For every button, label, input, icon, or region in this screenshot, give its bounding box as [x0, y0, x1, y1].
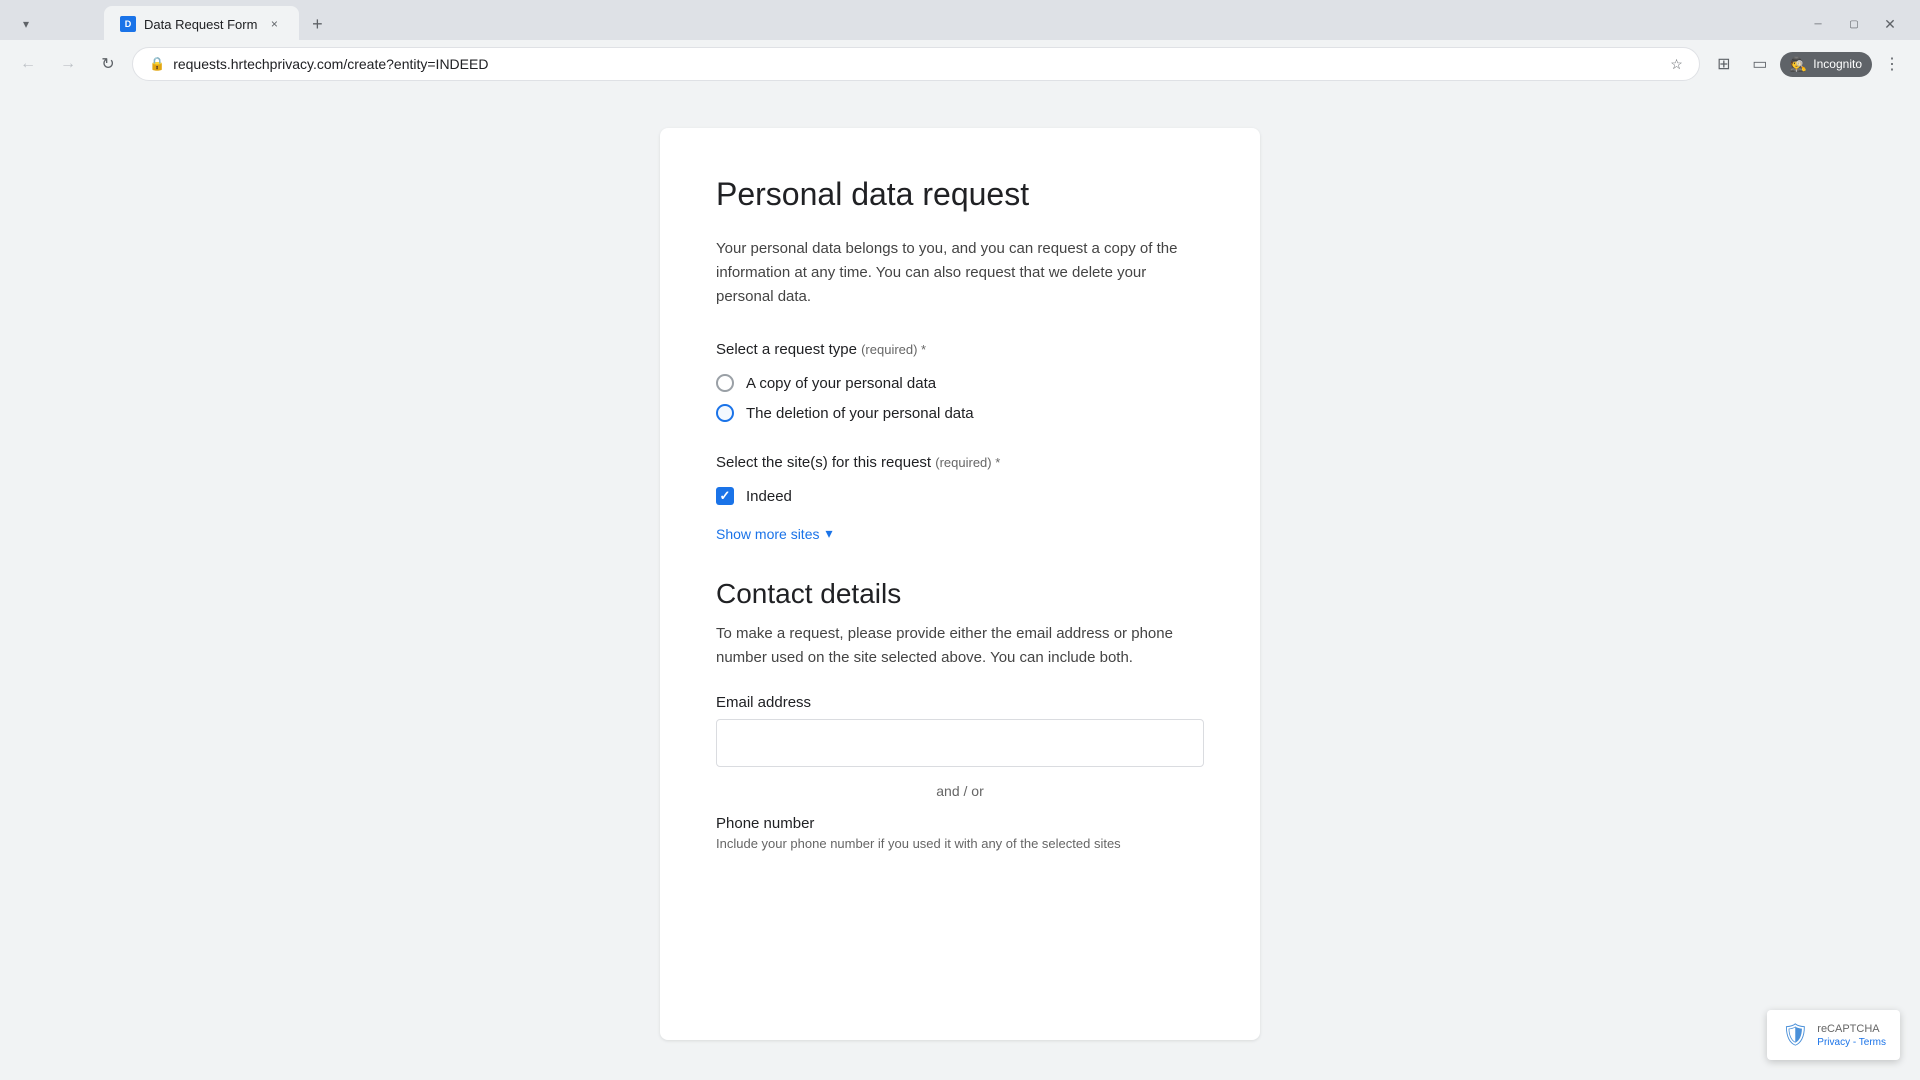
request-type-label: Select a request type (required) *: [716, 341, 1204, 358]
email-field-group: Email address: [716, 694, 1204, 783]
sites-section: Select the site(s) for this request (req…: [716, 454, 1204, 546]
tab-title: Data Request Form: [144, 17, 257, 32]
show-more-sites-label: Show more sites: [716, 526, 819, 542]
browser-chrome: ▾ D Data Request Form × + ─ ▢ ✕ ← →: [0, 0, 1920, 88]
form-card: Personal data request Your personal data…: [660, 128, 1260, 1040]
incognito-icon: 🕵: [1790, 56, 1807, 73]
request-type-required: (required) *: [861, 342, 926, 357]
sites-required: (required) *: [935, 455, 1000, 470]
radio-copy-input[interactable]: [716, 374, 734, 392]
refresh-button[interactable]: ↻: [92, 48, 124, 80]
and-or-divider: and / or: [716, 783, 1204, 799]
email-input[interactable]: [716, 719, 1204, 767]
back-icon: ←: [20, 55, 36, 73]
tab-bar: D Data Request Form × +: [92, 6, 343, 42]
extensions-button[interactable]: ⊞: [1708, 48, 1740, 80]
toolbar-right: ⊞ ▭ 🕵 Incognito ⋮: [1708, 48, 1908, 80]
recaptcha-links[interactable]: Privacy - Terms: [1817, 1037, 1886, 1048]
phone-field-group: Phone number Include your phone number i…: [716, 815, 1204, 851]
url-input[interactable]: [173, 56, 1662, 72]
form-title: Personal data request: [716, 176, 1204, 213]
back-button[interactable]: ←: [12, 48, 44, 80]
contact-title: Contact details: [716, 578, 1204, 610]
forward-button[interactable]: →: [52, 48, 84, 80]
radio-item-deletion[interactable]: The deletion of your personal data: [716, 404, 1204, 422]
recaptcha-widget: 🛡 reCAPTCHA Privacy - Terms: [1767, 1010, 1900, 1060]
menu-button[interactable]: ⋮: [1876, 48, 1908, 80]
browser-toolbar: ← → ↻ 🔒 ☆ ⊞ ▭ 🕵 Incognito: [0, 40, 1920, 88]
chevron-down-icon: ▾: [825, 525, 832, 542]
recaptcha-text-group: reCAPTCHA Privacy - Terms: [1817, 1022, 1886, 1047]
page-content: Personal data request Your personal data…: [0, 88, 1920, 1080]
forward-icon: →: [60, 55, 76, 73]
contact-section: Contact details To make a request, pleas…: [716, 578, 1204, 851]
new-tab-button[interactable]: +: [303, 10, 331, 38]
phone-description: Include your phone number if you used it…: [716, 836, 1204, 851]
recaptcha-logo: 🛡: [1781, 1022, 1809, 1048]
menu-icon: ⋮: [1884, 54, 1900, 74]
radio-item-copy[interactable]: A copy of your personal data: [716, 374, 1204, 392]
incognito-label: Incognito: [1813, 57, 1862, 71]
request-type-section: Select a request type (required) * A cop…: [716, 341, 1204, 422]
radio-deletion-label: The deletion of your personal data: [746, 405, 974, 422]
radio-copy-label: A copy of your personal data: [746, 375, 936, 392]
address-bar-icons: ☆: [1670, 56, 1683, 73]
form-description: Your personal data belongs to you, and y…: [716, 237, 1204, 309]
tab-close-button[interactable]: ×: [265, 15, 283, 33]
extensions-icon: ⊞: [1717, 54, 1730, 74]
sites-checkbox-group: ✓ Indeed: [716, 487, 1204, 505]
checkbox-indeed-label: Indeed: [746, 488, 792, 505]
address-bar[interactable]: 🔒 ☆: [132, 47, 1700, 81]
recaptcha-label: reCAPTCHA: [1817, 1022, 1886, 1036]
contact-description: To make a request, please provide either…: [716, 622, 1204, 670]
browser-title-bar: ▾ D Data Request Form × + ─ ▢ ✕: [0, 0, 1920, 40]
refresh-icon: ↻: [101, 54, 114, 74]
close-window-button[interactable]: ✕: [1876, 10, 1904, 38]
lock-icon: 🔒: [149, 56, 165, 72]
tab-list-button[interactable]: ▾: [12, 10, 40, 38]
radio-deletion-input[interactable]: [716, 404, 734, 422]
sidebar-icon: ▭: [1752, 54, 1767, 74]
maximize-button[interactable]: ▢: [1840, 10, 1868, 38]
checkmark-icon: ✓: [720, 488, 731, 504]
minimize-button[interactable]: ─: [1804, 10, 1832, 38]
checkbox-indeed-input[interactable]: ✓: [716, 487, 734, 505]
sites-label: Select the site(s) for this request (req…: [716, 454, 1204, 471]
incognito-profile[interactable]: 🕵 Incognito: [1780, 52, 1872, 77]
show-more-sites-button[interactable]: Show more sites ▾: [716, 521, 833, 546]
checkbox-item-indeed[interactable]: ✓ Indeed: [716, 487, 1204, 505]
bookmark-icon[interactable]: ☆: [1670, 56, 1683, 73]
active-tab[interactable]: D Data Request Form ×: [104, 6, 299, 42]
email-label: Email address: [716, 694, 1204, 711]
request-type-radio-group: A copy of your personal data The deletio…: [716, 374, 1204, 422]
phone-label: Phone number: [716, 815, 1204, 832]
sidebar-button[interactable]: ▭: [1744, 48, 1776, 80]
tab-favicon: D: [120, 16, 136, 32]
